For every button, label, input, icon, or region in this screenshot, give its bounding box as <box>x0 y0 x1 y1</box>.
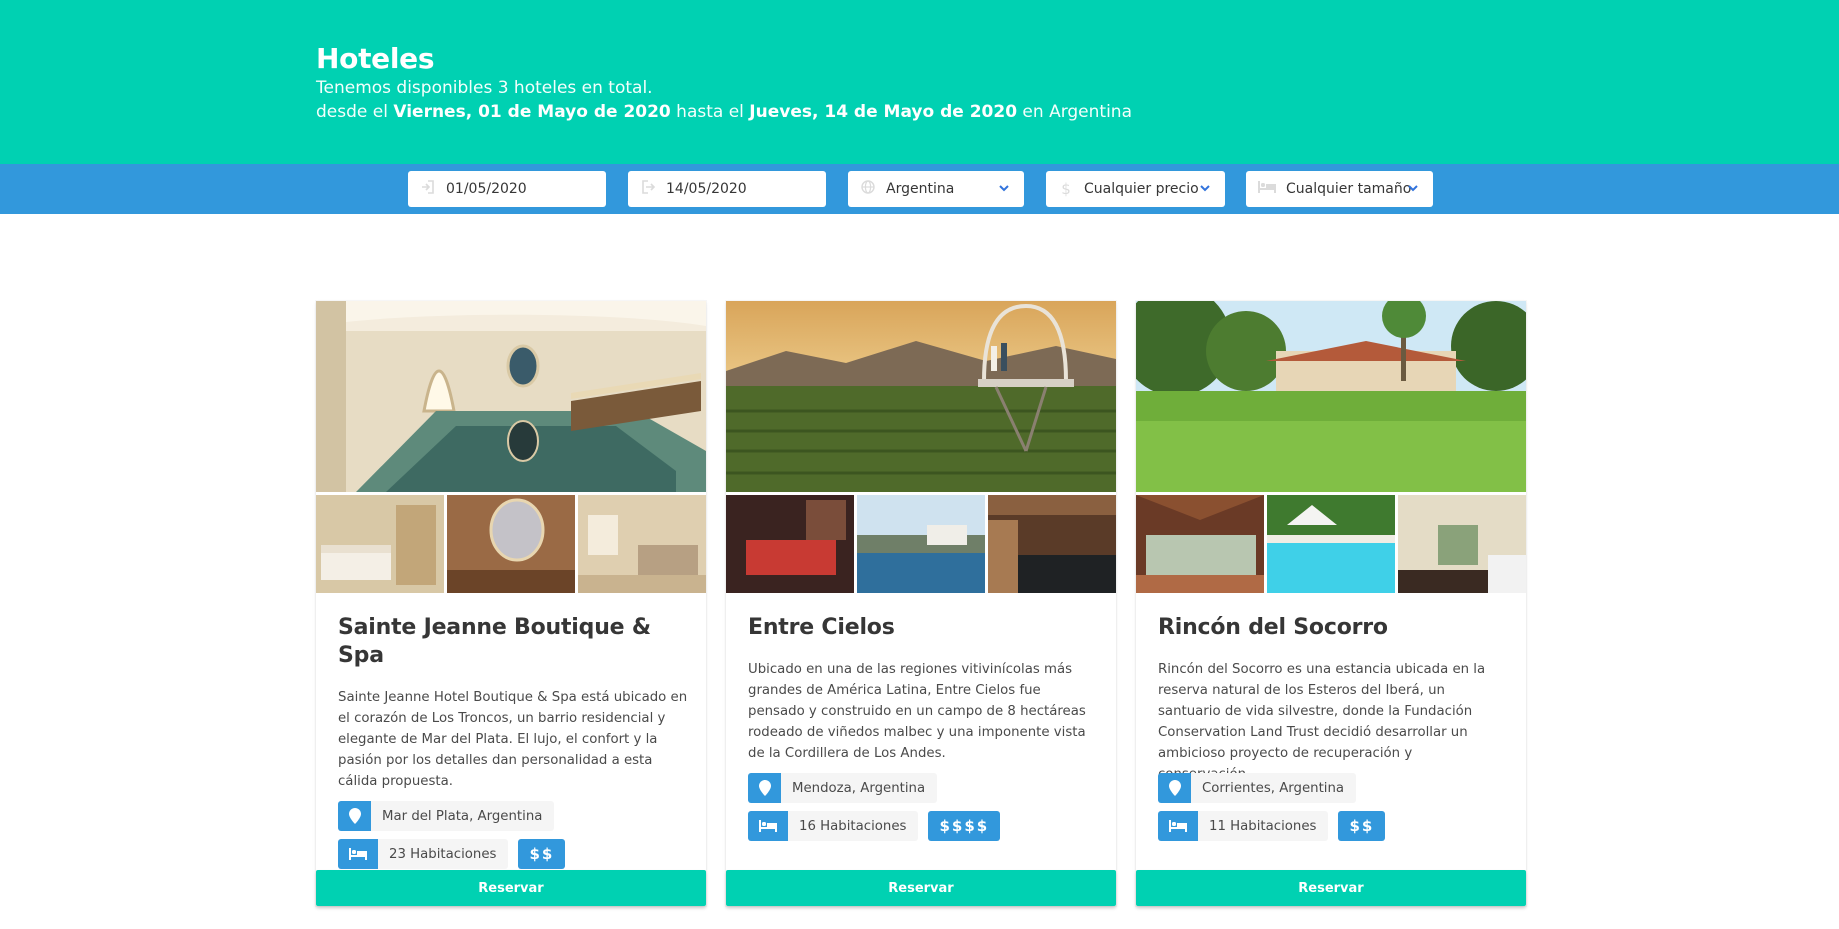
hero-availability-text: Tenemos disponibles 3 hoteles en total. <box>316 78 653 98</box>
map-marker-icon <box>748 773 781 803</box>
hotel-name: Entre Cielos <box>748 615 895 640</box>
price-badge: $$$$ <box>928 811 1001 841</box>
hotel-card: Sainte Jeanne Boutique & Spa Sainte Jean… <box>316 301 706 906</box>
hotel-card-body: Rincón del Socorro Rincón del Socorro es… <box>1158 593 1508 841</box>
page-title: Hoteles <box>316 42 435 75</box>
hotel-thumbnail[interactable] <box>316 495 444 593</box>
hero-mid: hasta el <box>670 102 750 122</box>
location-row: Mendoza, Argentina <box>748 773 1098 803</box>
location-text: Corrientes, Argentina <box>1191 773 1357 803</box>
hotel-description: Rincón del Socorro es una estancia ubica… <box>1158 662 1486 782</box>
hotel-thumbnail[interactable] <box>1398 495 1526 593</box>
hero-content: Hoteles Tenemos disponibles 3 hoteles en… <box>316 42 1132 124</box>
hotel-name: Rincón del Socorro <box>1158 615 1388 640</box>
hotel-main-photo <box>726 301 1116 492</box>
chevron-down-icon <box>1200 185 1210 192</box>
rooms-price-row: 11 Habitaciones $$ <box>1158 811 1508 841</box>
reserve-button[interactable]: Reservar <box>726 870 1116 906</box>
bed-icon <box>1158 811 1198 841</box>
price-badge: $$ <box>518 839 566 869</box>
dollar-icon: $ <box>1061 180 1071 198</box>
rooms-text: 11 Habitaciones <box>1198 811 1329 841</box>
hotel-card: Rincón del Socorro Rincón del Socorro es… <box>1136 301 1526 906</box>
hotel-thumbnails <box>726 495 1116 593</box>
hotel-thumbnail[interactable] <box>1136 495 1264 593</box>
date-from-value: 01/05/2020 <box>446 181 527 197</box>
rooms-price-row: 16 Habitaciones $$$$ <box>748 811 1098 841</box>
location-row: Corrientes, Argentina <box>1158 773 1508 803</box>
country-value: Argentina <box>886 181 955 197</box>
bed-icon <box>1258 181 1276 197</box>
hotel-main-photo <box>316 301 706 492</box>
hotel-thumbnails <box>316 495 706 593</box>
hotel-card-body: Sainte Jeanne Boutique & Spa Sainte Jean… <box>338 593 688 869</box>
rooms-tag: 23 Habitaciones <box>338 839 509 869</box>
size-select[interactable]: Cualquier tamaño <box>1246 171 1433 207</box>
rooms-tag: 11 Habitaciones <box>1158 811 1329 841</box>
hotel-name: Sainte Jeanne Boutique & Spa <box>338 615 651 668</box>
chevron-down-icon <box>1408 185 1418 192</box>
hotel-card-body: Entre Cielos Ubicado en una de las regio… <box>748 593 1098 841</box>
location-row: Mar del Plata, Argentina <box>338 801 688 831</box>
date-from-input[interactable]: 01/05/2020 <box>408 171 606 207</box>
map-marker-icon <box>1158 773 1191 803</box>
hero-date-range: desde el Viernes, 01 de Mayo de 2020 has… <box>316 101 1132 124</box>
hotel-description: Sainte Jeanne Hotel Boutique & Spa está … <box>338 690 688 789</box>
price-value: Cualquier precio <box>1084 181 1199 197</box>
hotel-thumbnail[interactable] <box>988 495 1116 593</box>
hero-suffix: en Argentina <box>1017 102 1132 122</box>
size-value: Cualquier tamaño <box>1286 181 1412 197</box>
hotel-thumbnail[interactable] <box>1267 495 1395 593</box>
location-tag: Mar del Plata, Argentina <box>338 801 555 831</box>
reserve-button[interactable]: Reservar <box>1136 870 1526 906</box>
hero-banner: Hoteles Tenemos disponibles 3 hoteles en… <box>0 0 1839 164</box>
sign-in-icon <box>420 180 436 198</box>
price-badge: $$ <box>1338 811 1386 841</box>
rooms-text: 23 Habitaciones <box>378 839 509 869</box>
rooms-text: 16 Habitaciones <box>788 811 919 841</box>
hotel-thumbnail[interactable] <box>447 495 575 593</box>
hero-date-from: Viernes, 01 de Mayo de 2020 <box>393 102 671 122</box>
hotel-card: Entre Cielos Ubicado en una de las regio… <box>726 301 1116 906</box>
bed-icon <box>748 811 788 841</box>
location-tag: Mendoza, Argentina <box>748 773 938 803</box>
hotel-thumbnail[interactable] <box>726 495 854 593</box>
globe-icon <box>860 180 876 198</box>
hotel-thumbnail[interactable] <box>857 495 985 593</box>
hotel-thumbnails <box>1136 495 1526 593</box>
location-text: Mar del Plata, Argentina <box>371 801 555 831</box>
rooms-tag: 16 Habitaciones <box>748 811 919 841</box>
filters-bar: 01/05/2020 14/05/2020 Argentina $ Cualqu… <box>0 164 1839 214</box>
date-to-input[interactable]: 14/05/2020 <box>628 171 826 207</box>
chevron-down-icon <box>999 185 1009 192</box>
bed-icon <box>338 839 378 869</box>
sign-out-icon <box>640 180 656 198</box>
hotel-main-photo <box>1136 301 1526 492</box>
country-select[interactable]: Argentina <box>848 171 1024 207</box>
hero-prefix: desde el <box>316 102 394 122</box>
hero-date-to: Jueves, 14 de Mayo de 2020 <box>749 102 1018 122</box>
rooms-price-row: 23 Habitaciones $$ <box>338 839 688 869</box>
hotel-description: Ubicado en una de las regiones vitiviníc… <box>748 662 1086 761</box>
price-select[interactable]: $ Cualquier precio <box>1046 171 1225 207</box>
reserve-button[interactable]: Reservar <box>316 870 706 906</box>
hotel-thumbnail[interactable] <box>578 495 706 593</box>
date-to-value: 14/05/2020 <box>666 181 747 197</box>
map-marker-icon <box>338 801 371 831</box>
location-text: Mendoza, Argentina <box>781 773 938 803</box>
location-tag: Corrientes, Argentina <box>1158 773 1357 803</box>
